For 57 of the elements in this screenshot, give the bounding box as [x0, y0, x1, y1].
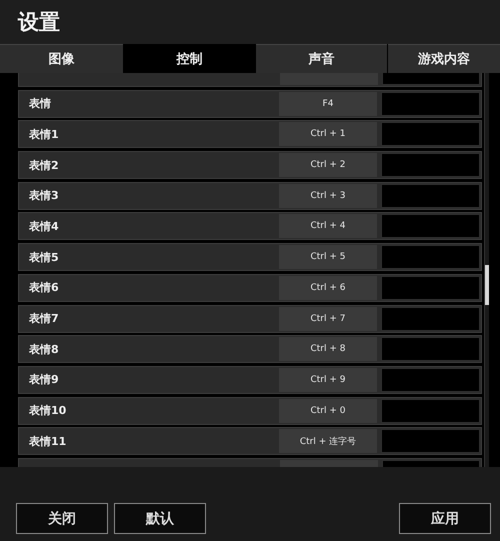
- key-binding[interactable]: Ctrl + 4: [279, 214, 377, 238]
- action-label: 表情9: [28, 372, 60, 388]
- alt-key-binding[interactable]: [381, 153, 480, 178]
- key-binding[interactable]: Ctrl + 7: [279, 306, 377, 330]
- action-label: 表情: [28, 96, 52, 112]
- list-row[interactable]: 表情3 Ctrl + 3: [18, 182, 482, 210]
- tab[interactable]: 声音: [256, 44, 387, 73]
- list-row[interactable]: 表情9 Ctrl + 9: [18, 366, 482, 394]
- footer-button[interactable]: 默认: [114, 503, 206, 534]
- action-label: 表情1: [28, 126, 60, 142]
- key-binding[interactable]: Ctrl + 5: [279, 245, 377, 270]
- action-label: 表情3: [28, 188, 60, 204]
- alt-key-binding[interactable]: [381, 184, 480, 208]
- action-label: 表情2: [28, 158, 60, 173]
- window-title: 设置: [18, 9, 60, 36]
- key-binding[interactable]: Ctrl + 9: [279, 368, 377, 392]
- key-binding[interactable]: Ctrl + 8: [279, 337, 377, 362]
- list-row[interactable]: 表情6 Ctrl + 6: [18, 274, 482, 302]
- action-label: 表情8: [28, 342, 60, 357]
- alt-key-binding[interactable]: [381, 429, 480, 454]
- alt-key-binding[interactable]: [381, 92, 480, 116]
- alt-key-binding[interactable]: [381, 337, 480, 362]
- action-label: 表情5: [28, 250, 60, 265]
- scrollbar[interactable]: [484, 73, 489, 467]
- action-label: 表情6: [28, 280, 60, 296]
- action-label: 表情10: [28, 403, 68, 418]
- list-row[interactable]: 表情7 Ctrl + 7: [18, 304, 482, 332]
- key-binding[interactable]: Ctrl + 连字号: [279, 429, 377, 454]
- alt-key-binding[interactable]: [381, 122, 480, 146]
- key-binding[interactable]: Ctrl + 1: [279, 122, 377, 146]
- list-row[interactable]: 表情4 Ctrl + 4: [18, 212, 482, 240]
- alt-key-binding[interactable]: [381, 214, 480, 238]
- key-binding[interactable]: Ctrl + 0: [279, 398, 377, 423]
- footer-button[interactable]: 应用: [399, 503, 491, 534]
- key-binding[interactable]: F4: [279, 92, 377, 116]
- alt-key-binding[interactable]: [381, 276, 480, 300]
- list-row[interactable]: 表情10 Ctrl + 0: [18, 396, 482, 425]
- list-row[interactable]: 表情 F4: [18, 90, 482, 118]
- action-label: 表情4: [28, 218, 60, 234]
- action-label: 表情7: [28, 311, 60, 326]
- list-row[interactable]: 表情8 Ctrl + 8: [18, 335, 482, 364]
- tab[interactable]: 游戏内容: [388, 44, 500, 73]
- alt-key-binding[interactable]: [381, 398, 480, 423]
- alt-key-binding[interactable]: [381, 306, 480, 330]
- action-label: 表情11: [28, 434, 68, 449]
- alt-key-binding[interactable]: [381, 245, 480, 270]
- list-row[interactable]: 表情5 Ctrl + 5: [18, 243, 482, 272]
- alt-key-binding[interactable]: [381, 368, 480, 392]
- key-binding[interactable]: Ctrl + 3: [279, 184, 377, 208]
- list-row[interactable]: 表情11 Ctrl + 连字号: [18, 427, 482, 456]
- tab[interactable]: 图像: [0, 44, 123, 73]
- key-binding[interactable]: Ctrl + 6: [279, 276, 377, 300]
- list-row[interactable]: 表情1 Ctrl + 1: [18, 120, 482, 148]
- key-binding[interactable]: Ctrl + 2: [279, 153, 377, 178]
- scroll-thumb[interactable]: [485, 265, 489, 305]
- footer-button[interactable]: 关闭: [16, 503, 108, 534]
- list-row[interactable]: 表情2 Ctrl + 2: [18, 151, 482, 180]
